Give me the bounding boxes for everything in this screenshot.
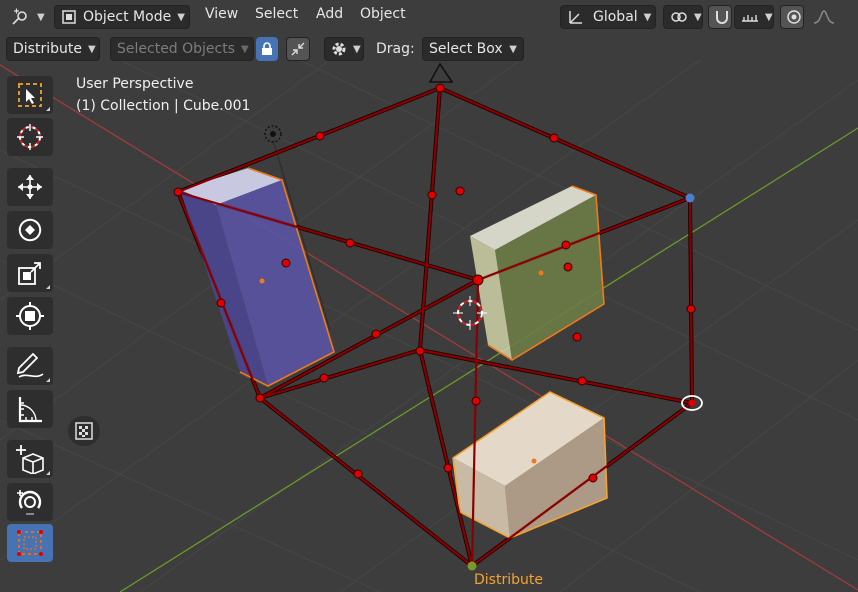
scale-icon [18,262,41,285]
compress-toggle[interactable] [286,37,310,61]
chevron-down-icon: ▼ [694,11,702,23]
rotate-icon [18,218,42,242]
magnet-icon [715,9,729,25]
tool-add-cube[interactable] [7,440,53,478]
chevron-down-icon: ▼ [241,43,249,55]
lock-icon [261,42,273,56]
tool-settings-bar: Distribute ▼ Selected Objects ▼ ▼ Drag: … [0,34,540,64]
target-label: Selected Objects [117,41,236,57]
transform-orientation-dropdown[interactable]: Global ▼ [560,5,656,29]
transform-icon [16,302,44,330]
target-dropdown[interactable]: Selected Objects ▼ [110,37,254,61]
distribute-icon [17,530,43,556]
tool-measure[interactable] [7,390,53,428]
chevron-down-icon: ▼ [37,11,45,23]
select-box-icon [18,83,42,107]
tool-dropdown[interactable]: Distribute ▼ [6,37,100,61]
pivot-point-dropdown[interactable]: ▼ [663,5,703,29]
menu-view[interactable]: View [205,6,238,22]
drag-dropdown[interactable]: Select Box ▼ [422,37,524,61]
tool-label: Distribute [13,41,82,57]
tool-transform[interactable] [7,297,53,335]
chevron-down-icon: ▼ [509,43,517,55]
lock-toggle[interactable] [256,37,278,61]
chevron-down-icon: ▼ [765,11,773,23]
mode-label: Object Mode [83,9,172,25]
compress-arrows-icon [291,42,305,56]
pivot-icon [670,9,688,25]
corner-handle-blue[interactable] [685,193,695,203]
gear-icon [331,41,347,57]
snap-toggle[interactable] [708,5,732,29]
menu-select[interactable]: Select [255,6,298,22]
drag-value: Select Box [429,41,503,57]
cursor-icon [17,124,43,150]
tool-cursor[interactable] [7,118,53,156]
move-icon [18,175,42,199]
drag-label: Drag: [376,41,415,57]
orientation-label: Global [593,9,638,25]
proportional-edit-icon [787,10,801,24]
ruler-icon [18,397,42,423]
mode-dropdown[interactable]: Object Mode ▼ [54,5,190,29]
falloff-dropdown[interactable] [806,5,836,29]
menu-object[interactable]: Object [360,6,406,22]
tool-scale[interactable] [7,254,53,292]
menu-add[interactable]: Add [316,6,343,22]
tool-annotate[interactable] [7,347,53,385]
chevron-down-icon: ▼ [643,11,652,23]
editor-type-button[interactable]: ▼ [4,5,46,29]
options-dropdown[interactable]: ▼ [324,37,364,61]
collection-label: (1) Collection | Cube.001 [76,98,251,114]
chevron-down-icon: ▼ [87,43,96,55]
fake-user-button[interactable] [68,416,100,446]
chevron-down-icon: ▼ [353,43,361,55]
snap-target-dropdown[interactable]: ▼ [734,5,774,29]
falloff-curve-icon [813,9,835,25]
tool-rotate[interactable] [7,211,53,249]
tool-select-box[interactable] [7,76,53,114]
perspective-label: User Perspective [76,76,194,92]
corner-handle-green[interactable] [467,561,477,571]
object-mode-icon [61,9,77,25]
add-cube-icon [16,445,44,474]
distribute-gizmo-label: Distribute [474,572,543,588]
tool-distribute[interactable] [7,524,53,562]
tool-spin[interactable] [7,483,53,521]
proportional-editing-toggle[interactable] [780,5,804,29]
pencil-icon [16,352,44,378]
tool-move[interactable] [7,168,53,206]
viewport-header: ▼ Object Mode ▼ View Select Add Object G… [0,0,858,34]
orientation-axes-icon [567,8,585,26]
chevron-down-icon: ▼ [177,11,185,23]
snap-increment-icon [741,9,759,25]
viewport-editor-icon [11,8,31,26]
spin-icon [17,490,42,515]
checker-grid-icon [75,422,93,440]
